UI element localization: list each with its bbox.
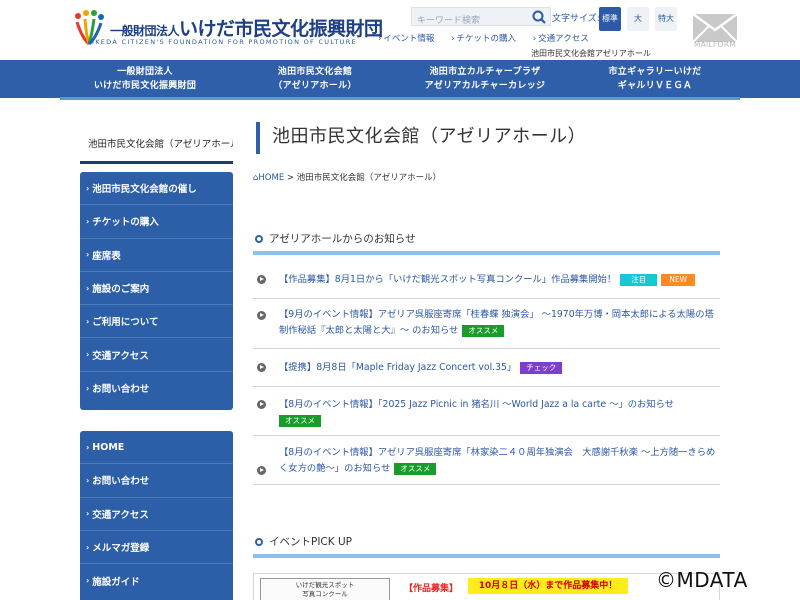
thumb-line2: 写真コンクール <box>302 590 348 598</box>
gnav-item-foundation[interactable]: 一般財団法人 いけだ市民文化振興財団 <box>60 60 230 98</box>
gnav-item-culture-plaza[interactable]: 池田市立カルチャープラザ アゼリアカルチャーカレッジ <box>400 60 570 98</box>
sidebar-menu: › 池田市民文化会館の催し › チケットの購入 › 座席表 › 施設のご案内 › ご利用に… <box>80 172 233 410</box>
gnav-line2: いけだ市民文化振興財団 <box>93 81 197 91</box>
bullet-icon <box>255 538 263 546</box>
play-icon <box>257 400 266 409</box>
global-nav: 一般財団法人 いけだ市民文化振興財団 池田市民文化会館 （アゼリアホール） 池田… <box>0 60 800 98</box>
pickup-thumbnail[interactable]: いけだ観光スポット 写真コンクール <box>260 578 390 600</box>
nav-underline <box>60 97 740 100</box>
news-item[interactable]: 【8月のイベント情報】アゼリア呉服座寄席「林家染二４０周年独演会 大感謝千秋楽 … <box>253 436 720 485</box>
play-icon <box>257 275 266 284</box>
gnav-item-azalea-hall[interactable]: 池田市民文化会館 （アゼリアホール） <box>230 60 400 98</box>
breadcrumb-separator: > <box>286 173 295 183</box>
chevron-right-icon: › <box>86 183 90 193</box>
play-icon <box>257 466 266 475</box>
chevron-right-icon: › <box>86 475 90 485</box>
util-link-access[interactable]: 交通アクセス <box>538 34 589 44</box>
news-section-title: アゼリアホールからのお知らせ <box>253 229 720 255</box>
chevron-right-icon: › <box>86 216 90 226</box>
sidebar-item-access-2[interactable]: › 交通アクセス <box>80 498 233 531</box>
badge-check: チェック <box>520 361 563 374</box>
sidebar-item-contact-2[interactable]: › お問い合わせ <box>80 464 233 498</box>
search-box <box>411 7 551 30</box>
sidebar-item-usage[interactable]: › ご利用について <box>80 305 233 339</box>
search-icon[interactable] <box>531 9 547 25</box>
gnav-line2: （アゼリアホール） <box>273 81 357 91</box>
badge-new: NEW <box>661 273 695 286</box>
sidebar-item-seating[interactable]: › 座席表 <box>80 239 233 272</box>
sidebar-item-tickets[interactable]: › チケットの購入 <box>80 205 233 239</box>
logo-text: 一般財団法人いけだ市民文化振興財団 <box>110 18 383 40</box>
sidebar-item-facility-guide[interactable]: › 施設ガイド <box>80 564 233 597</box>
gnav-line2: ギャルリＶＥＧＡ <box>617 81 693 91</box>
play-icon <box>257 311 266 320</box>
sidebar-item-home[interactable]: › HOME <box>80 431 233 465</box>
util-link-tickets[interactable]: チケットの購入 <box>457 34 517 44</box>
chevron-right-icon: › <box>86 442 90 452</box>
utility-links: › イベント情報 › チケットの購入 › 交通アクセス <box>378 32 603 44</box>
chevron-right-icon: › <box>378 34 382 44</box>
chevron-right-icon: › <box>86 383 90 393</box>
news-item[interactable]: 【作品募集】8月1日から「いけだ観光スポット写真コンクール」作品募集開始！ 注目 N… <box>253 262 720 299</box>
chevron-right-icon: › <box>86 542 90 552</box>
badge-recommended: オススメ <box>394 462 437 475</box>
mailform-label[interactable]: MAILFORM <box>692 40 738 49</box>
logo-subtitle: IKEDA CITIZEN'S FOUNDATION FOR PROMOTION… <box>92 38 357 46</box>
pickup-card[interactable]: いけだ観光スポット 写真コンクール 【作品募集】 10月８日（水）まで作品募集中… <box>253 573 720 600</box>
font-size-label: 文字サイズ: <box>552 14 600 24</box>
pickup-section-title: イベントPICK UP <box>253 532 720 558</box>
news-item[interactable]: 【8月のイベント情報】「2025 Jazz Picnic in 猪名川 ～Wor… <box>253 387 720 436</box>
chevron-right-icon: › <box>86 576 90 586</box>
font-size-medium-button[interactable]: 大 <box>627 7 649 31</box>
sidebar-item-events[interactable]: › 池田市民文化会館の催し <box>80 172 233 206</box>
util-link-events[interactable]: イベント情報 <box>383 34 434 44</box>
chevron-right-icon: › <box>86 250 90 260</box>
badge-recommended: オススメ <box>279 414 321 427</box>
site-logo[interactable]: 一般財団法人いけだ市民文化振興財団 IKEDA CITIZEN'S FOUNDA… <box>72 10 383 48</box>
news-list: 【作品募集】8月1日から「いけだ観光スポット写真コンクール」作品募集開始！ 注目 N… <box>253 262 720 485</box>
sidebar-item-access[interactable]: › 交通アクセス <box>80 338 233 372</box>
page-title: 池田市民文化会館（アゼリアホール） <box>256 122 720 154</box>
chevron-right-icon: › <box>532 34 537 44</box>
breadcrumb: ⌂HOME > 池田市民文化会館（アゼリアホール） <box>253 171 441 183</box>
chevron-right-icon: › <box>86 350 90 360</box>
gnav-line1: 池田市民文化会館 <box>277 67 353 77</box>
breadcrumb-home[interactable]: HOME <box>258 173 284 183</box>
chevron-right-icon: › <box>86 316 90 326</box>
chevron-right-icon: › <box>86 283 90 293</box>
pickup-tag: 【作品募集】 <box>404 584 459 594</box>
gnav-line1: 市立ギャラリーいけだ <box>608 67 702 77</box>
site-header: 一般財団法人いけだ市民文化振興財団 IKEDA CITIZEN'S FOUNDA… <box>0 0 800 60</box>
news-item[interactable]: 【提携】8月8日「Maple Friday Jazz Concert vol.3… <box>253 349 720 387</box>
news-text[interactable]: 【作品募集】8月1日から「いけだ観光スポット写真コンクール」作品募集開始！ <box>279 274 616 285</box>
gnav-item-gallery[interactable]: 市立ギャラリーいけだ ギャルリＶＥＧＡ <box>570 60 740 98</box>
watermark: ©MDATA <box>656 568 748 592</box>
badge-featured: 注目 <box>620 273 658 286</box>
sidebar-item-contact[interactable]: › お問い合わせ <box>80 372 233 405</box>
news-item[interactable]: 【9月のイベント情報】アゼリア呉服座寄席「桂春蝶 独演会」 ～1970年万博・岡… <box>253 299 720 349</box>
sidebar-menu-secondary: › HOME › お問い合わせ › 交通アクセス › メルマガ登録 › 施設ガイド <box>80 431 233 600</box>
font-size-large-button[interactable]: 特大 <box>655 7 677 31</box>
sidebar-item-facilities[interactable]: › 施設のご案内 <box>80 272 233 306</box>
sidebar-item-newsletter[interactable]: › メルマガ登録 <box>80 531 233 565</box>
bullet-icon <box>255 235 263 243</box>
gnav-line1: 一般財団法人 <box>117 67 173 77</box>
play-icon <box>257 363 266 372</box>
chevron-right-icon: › <box>86 509 90 519</box>
breadcrumb-current: 池田市民文化会館（アゼリアホール） <box>296 173 442 183</box>
search-input[interactable] <box>412 12 528 30</box>
azalea-hall-link[interactable]: 池田市民文化会館アゼリアホール <box>531 48 651 59</box>
gnav-line1: 池田市立カルチャープラザ <box>429 67 541 77</box>
sidebar-title: 池田市民文化会館（アゼリアホール） <box>80 132 233 164</box>
news-text[interactable]: 【8月のイベント情報】「2025 Jazz Picnic in 猪名川 ～Wor… <box>279 399 674 410</box>
news-text[interactable]: 【提携】8月8日「Maple Friday Jazz Concert vol.3… <box>279 362 516 373</box>
badge-recommended: オススメ <box>462 324 505 337</box>
font-size-standard-button[interactable]: 標準 <box>599 7 621 31</box>
thumb-line1: いけだ観光スポット <box>295 581 355 589</box>
pickup-banner: 10月８日（水）まで作品募集中！ <box>468 578 628 594</box>
gnav-line2: アゼリアカルチャーカレッジ <box>424 81 546 91</box>
chevron-right-icon: › <box>451 34 455 44</box>
news-text[interactable]: 【8月のイベント情報】アゼリア呉服座寄席「林家染二４０周年独演会 大感謝千秋楽 … <box>279 447 715 474</box>
